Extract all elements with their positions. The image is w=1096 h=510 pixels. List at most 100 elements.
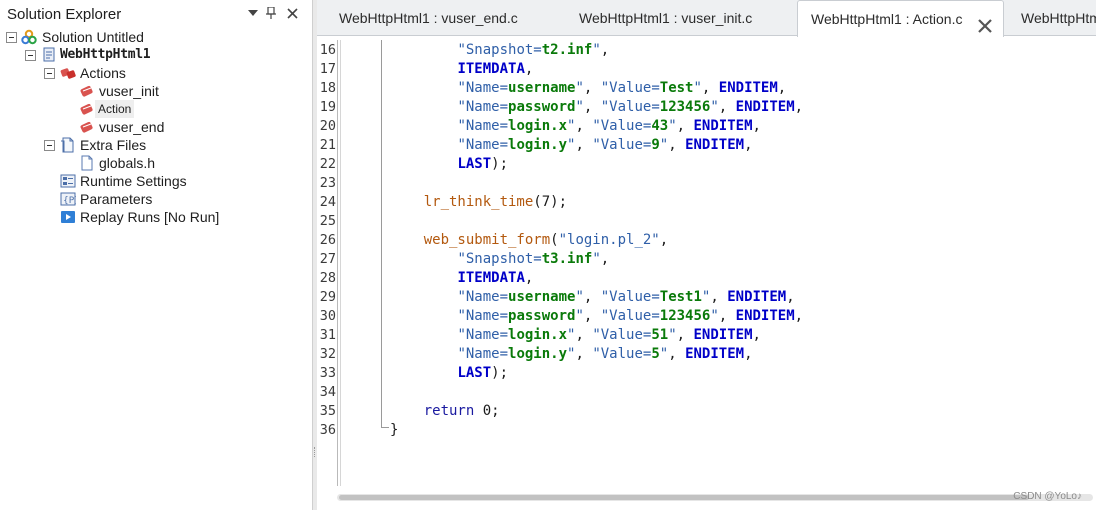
tree-node-vuser-init[interactable]: vuser_init	[0, 82, 300, 100]
tree-node-replay-runs[interactable]: Replay Runs [No Run]	[0, 208, 300, 226]
solution-explorer-header: Solution Explorer	[0, 0, 312, 28]
code-line[interactable]: return 0;	[390, 402, 500, 421]
settings-icon	[60, 173, 76, 189]
tree-node-extra-files[interactable]: Extra Files	[0, 136, 300, 154]
code-line[interactable]: "Snapshot=t3.inf",	[390, 250, 609, 269]
tree-node-actions[interactable]: Actions	[0, 64, 300, 82]
code-line[interactable]: lr_think_time(7);	[390, 193, 567, 212]
tree-label-vuser-init: vuser_init	[99, 83, 159, 99]
line-number: 26	[319, 232, 336, 248]
solution-explorer-panel: Solution Explorer Solution Untitled WebH…	[0, 0, 312, 510]
editor-tab-strip: WebHttpHtml1 : vuser_end.c WebHttpHtml1 …	[317, 0, 1096, 37]
line-number: 24	[319, 194, 336, 210]
line-number: 35	[319, 403, 336, 419]
code-line[interactable]: "Name=password", "Value=123456", ENDITEM…	[390, 307, 803, 326]
splitter-grip[interactable]	[314, 447, 316, 457]
action-file-icon	[79, 101, 95, 117]
code-line[interactable]: LAST);	[390, 155, 508, 174]
tree-node-action[interactable]: Action	[0, 100, 300, 118]
dropdown-icon[interactable]	[244, 3, 262, 23]
tree-label-actions: Actions	[80, 65, 126, 81]
tree-label-vuser-end: vuser_end	[99, 119, 165, 135]
collapse-toggle[interactable]	[44, 68, 55, 79]
folder-icon	[60, 137, 76, 153]
solution-icon	[21, 29, 37, 45]
solution-explorer-title: Solution Explorer	[7, 6, 122, 23]
close-icon[interactable]	[977, 11, 993, 33]
line-number: 29	[319, 289, 336, 305]
tree-label-parameters: Parameters	[80, 191, 153, 207]
code-line[interactable]: "Snapshot=t2.inf",	[390, 41, 609, 60]
line-number: 27	[319, 251, 336, 267]
code-line[interactable]: "Name=login.x", "Value=43", ENDITEM,	[390, 117, 761, 136]
project-icon	[41, 47, 57, 63]
tab-label: WebHttpHtml1 : vuser_end.c	[339, 10, 518, 26]
tree-label-replay-runs: Replay Runs [No Run]	[80, 209, 220, 225]
tree-node-project[interactable]: WebHttpHtml1	[0, 46, 300, 64]
line-number: 23	[319, 175, 336, 191]
tree-label-solution: Solution Untitled	[42, 29, 144, 45]
collapse-toggle[interactable]	[25, 50, 36, 61]
tab-vuser-init[interactable]: WebHttpHtml1 : vuser_init.c	[557, 0, 797, 36]
code-line[interactable]: web_submit_form("login.pl_2",	[390, 231, 668, 250]
code-line[interactable]: ITEMDATA,	[390, 269, 533, 288]
watermark: CSDN @YoLo♪	[1013, 491, 1082, 502]
parameters-icon: {P}	[60, 191, 80, 207]
code-line[interactable]: ITEMDATA,	[390, 60, 533, 79]
code-line[interactable]: "Name=login.y", "Value=9", ENDITEM,	[390, 136, 752, 155]
tree-label-project: WebHttpHtml1	[60, 47, 151, 62]
tree-node-vuser-end[interactable]: vuser_end	[0, 118, 300, 136]
tree-label-action: Action	[95, 100, 135, 118]
line-number: 17	[319, 61, 336, 77]
tree-label-globals: globals.h	[99, 155, 156, 171]
line-number: 16	[319, 42, 336, 58]
code-line[interactable]: "Name=username", "Value=Test", ENDITEM,	[390, 79, 786, 98]
line-number: 33	[319, 365, 336, 381]
tab-overflow[interactable]: WebHttpHtm	[1004, 0, 1096, 36]
line-number: 34	[319, 384, 336, 400]
tree-node-runtime-settings[interactable]: Runtime Settings	[0, 172, 300, 190]
code-line[interactable]: "Name=login.x", "Value=51", ENDITEM,	[390, 326, 761, 345]
collapse-toggle[interactable]	[44, 140, 55, 151]
tab-label: WebHttpHtml1 : vuser_init.c	[579, 10, 753, 26]
code-line[interactable]: }	[390, 421, 398, 440]
line-number: 18	[319, 80, 336, 96]
line-number: 32	[319, 346, 336, 362]
line-number: 36	[319, 422, 336, 438]
fold-guide	[381, 40, 382, 428]
tab-label: WebHttpHtm	[1021, 10, 1096, 26]
line-number: 20	[319, 118, 336, 134]
line-number: 31	[319, 327, 336, 343]
code-line[interactable]: LAST);	[390, 364, 508, 383]
tab-label: WebHttpHtml1 : Action.c	[811, 11, 963, 27]
actions-icon	[60, 65, 76, 81]
action-file-icon	[79, 119, 95, 135]
code-line[interactable]: "Name=login.y", "Value=5", ENDITEM,	[390, 345, 752, 364]
code-line[interactable]: "Name=username", "Value=Test1", ENDITEM,	[390, 288, 794, 307]
tree-label-runtime-settings: Runtime Settings	[80, 173, 187, 189]
svg-text:{P}: {P}	[63, 196, 76, 206]
tab-action[interactable]: WebHttpHtml1 : Action.c	[797, 0, 1004, 37]
code-area[interactable]: 16 "Snapshot=t2.inf", 17 ITEMDATA, 18 "Nam…	[317, 40, 1096, 486]
tab-vuser-end[interactable]: WebHttpHtml1 : vuser_end.c	[317, 0, 557, 36]
tree-node-parameters[interactable]: {P} Parameters	[0, 190, 300, 208]
close-icon[interactable]	[283, 3, 301, 23]
file-icon	[79, 155, 95, 171]
scrollbar-thumb[interactable]	[339, 495, 1029, 500]
collapse-toggle[interactable]	[6, 32, 17, 43]
replay-icon	[60, 209, 76, 225]
pin-icon[interactable]	[262, 3, 280, 23]
tree-node-solution[interactable]: Solution Untitled	[0, 28, 300, 46]
code-editor: WebHttpHtml1 : vuser_end.c WebHttpHtml1 …	[317, 0, 1096, 510]
tree-node-globals[interactable]: globals.h	[0, 154, 300, 172]
horizontal-scrollbar[interactable]	[317, 486, 1096, 510]
action-file-icon	[79, 83, 95, 99]
code-line[interactable]: "Name=password", "Value=123456", ENDITEM…	[390, 98, 803, 117]
tree-label-extra-files: Extra Files	[80, 137, 147, 153]
gutter-divider	[340, 40, 341, 486]
line-number: 28	[319, 270, 336, 286]
line-number: 19	[319, 99, 336, 115]
line-number: 21	[319, 137, 336, 153]
line-number: 25	[319, 213, 336, 229]
line-number: 30	[319, 308, 336, 324]
